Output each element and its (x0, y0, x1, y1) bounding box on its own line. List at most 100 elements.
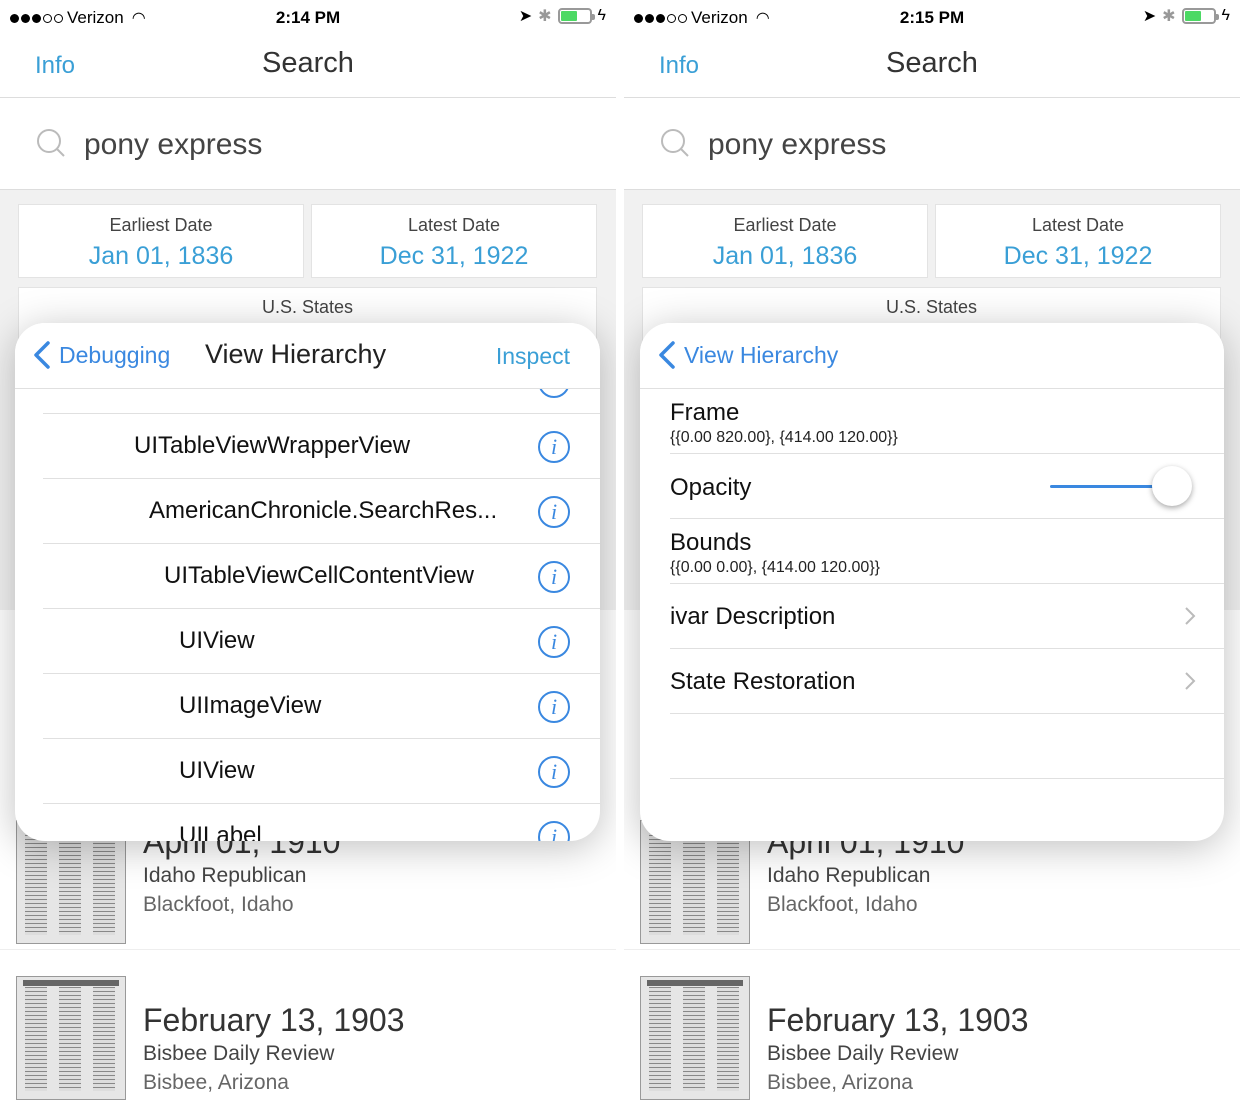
charging-icon: ϟ (1221, 7, 1230, 24)
result-place: Blackfoot, Idaho (767, 893, 918, 916)
chevron-right-icon (1185, 672, 1196, 690)
state-restoration-row[interactable]: State Restoration (670, 649, 1224, 714)
result-paper: Idaho Republican (767, 864, 931, 887)
list-item[interactable]: UIView i (43, 739, 600, 804)
screen-left: Verizon ◠ 2:14 PM ➤ ✱ ϟ Info Search pony… (0, 0, 616, 1104)
chevron-left-icon (659, 341, 675, 369)
page-title: Search (262, 47, 354, 79)
search-icon (37, 129, 65, 157)
screen-right: Verizon ◠ 2:15 PM ➤ ✱ ϟ Info Search pony… (624, 0, 1240, 1104)
popover-header: Debugging View Hierarchy Inspect (15, 323, 600, 389)
earliest-date-value: Jan 01, 1836 (712, 242, 858, 270)
back-button[interactable]: View Hierarchy (658, 341, 838, 369)
latest-date-button[interactable]: Latest Date Dec 31, 1922 (935, 204, 1221, 278)
view-name: UIView (179, 627, 255, 654)
list-item[interactable]: UIView i (43, 609, 600, 674)
info-icon[interactable]: i (538, 821, 570, 841)
latest-date-label: Latest Date (1031, 215, 1125, 235)
info-icon[interactable]: i (538, 496, 570, 528)
newspaper-thumbnail (16, 976, 126, 1100)
earliest-date-label: Earliest Date (733, 215, 837, 235)
bounds-row: Bounds {{0.00 0.00}, {414.00 120.00}} (670, 519, 1224, 584)
ivar-description-row[interactable]: ivar Description (670, 584, 1224, 649)
navigation-bar: Info Search (0, 34, 616, 98)
latest-date-value: Dec 31, 1922 (379, 242, 529, 270)
status-right: ➤ ✱ ϟ (1143, 6, 1230, 26)
info-icon[interactable]: i (538, 561, 570, 593)
popover-title: View Hierarchy (205, 339, 387, 369)
view-name: AmericanChronicle.SearchRes... (149, 497, 498, 524)
list-item[interactable]: February 13, 1903 Bisbee Daily Review Bi… (624, 960, 1240, 1104)
info-icon[interactable]: i (538, 431, 570, 463)
states-label: U.S. States (261, 297, 354, 317)
result-place: Bisbee, Arizona (143, 1071, 289, 1094)
earliest-date-button[interactable]: Earliest Date Jan 01, 1836 (642, 204, 928, 278)
status-bar: Verizon ◠ 2:14 PM ➤ ✱ ϟ (0, 0, 616, 34)
list-item[interactable]: AmericanChronicle.SearchRes... i (43, 479, 600, 544)
view-name: UITableViewCellContentView (164, 562, 474, 589)
opacity-row: Opacity (670, 454, 1224, 519)
earliest-date-button[interactable]: Earliest Date Jan 01, 1836 (18, 204, 304, 278)
result-place: Bisbee, Arizona (767, 1071, 913, 1094)
bounds-label: Bounds (670, 529, 752, 556)
popover-header: View Hierarchy (640, 323, 1224, 389)
result-date: February 13, 1903 (767, 1002, 1029, 1038)
list-item[interactable]: February 13, 1903 Bisbee Daily Review Bi… (0, 960, 616, 1104)
frame-label: Frame (670, 399, 740, 426)
result-date: February 13, 1903 (143, 1002, 405, 1038)
view-hierarchy-popover: Debugging View Hierarchy Inspect UITable… (15, 323, 600, 841)
status-bar: Verizon ◠ 2:15 PM ➤ ✱ ϟ (624, 0, 1240, 34)
list-item[interactable]: UILabel i (43, 804, 600, 841)
back-label: Debugging (59, 341, 171, 368)
list-item[interactable]: UITableViewCellContentView i (43, 544, 600, 609)
info-icon[interactable]: i (538, 691, 570, 723)
opacity-slider-thumb[interactable] (1152, 466, 1192, 506)
view-name: UILabel (179, 822, 262, 841)
state-restoration-label: State Restoration (670, 668, 856, 695)
location-icon: ➤ (518, 8, 533, 25)
frame-row: Frame {{0.00 820.00}, {414.00 120.00}} (670, 389, 1224, 454)
back-button[interactable]: Debugging (33, 341, 170, 369)
earliest-date-label: Earliest Date (109, 215, 213, 235)
info-icon[interactable]: i (538, 626, 570, 658)
empty-row (670, 714, 1224, 779)
frame-value: {{0.00 820.00}, {414.00 120.00}} (670, 429, 898, 446)
search-bar[interactable]: pony express (624, 98, 1240, 190)
chevron-left-icon (34, 341, 50, 369)
bluetooth-icon: ✱ (538, 8, 552, 25)
latest-date-button[interactable]: Latest Date Dec 31, 1922 (311, 204, 597, 278)
list-item[interactable]: UIImageView i (43, 674, 600, 739)
result-paper: Idaho Republican (143, 864, 307, 887)
page-title: Search (886, 47, 978, 79)
battery-icon (1181, 8, 1219, 24)
result-paper: Bisbee Daily Review (767, 1042, 959, 1065)
navigation-bar: Info Search (624, 34, 1240, 98)
result-paper: Bisbee Daily Review (143, 1042, 335, 1065)
status-right: ➤ ✱ ϟ (519, 6, 606, 26)
chevron-right-icon (1185, 607, 1196, 625)
inspect-button[interactable]: Inspect (496, 343, 570, 370)
battery-icon (557, 8, 595, 24)
view-name: UIView (179, 757, 255, 784)
search-input[interactable]: pony express (84, 128, 262, 162)
view-name: UIImageView (179, 692, 322, 719)
latest-date-label: Latest Date (407, 215, 501, 235)
view-name: UITableViewWrapperView (134, 432, 411, 459)
list-item[interactable]: UITableViewWrapperView i (43, 414, 600, 479)
bounds-value: {{0.00 0.00}, {414.00 120.00}} (670, 559, 880, 576)
charging-icon: ϟ (597, 7, 606, 24)
location-icon: ➤ (1142, 8, 1157, 25)
latest-date-value: Dec 31, 1922 (1003, 242, 1153, 270)
back-label: View Hierarchy (684, 341, 839, 368)
inspector-list: Frame {{0.00 820.00}, {414.00 120.00}} O… (640, 389, 1224, 841)
search-bar[interactable]: pony express (0, 98, 616, 190)
opacity-label: Opacity (670, 474, 752, 501)
view-hierarchy-list: UITableView i UITableViewWrapperView i A… (15, 366, 600, 841)
info-icon[interactable]: i (538, 756, 570, 788)
result-place: Blackfoot, Idaho (143, 893, 294, 916)
search-icon (661, 129, 689, 157)
search-input[interactable]: pony express (708, 128, 886, 162)
states-label: U.S. States (885, 297, 978, 317)
newspaper-thumbnail (640, 976, 750, 1100)
bluetooth-icon: ✱ (1162, 8, 1176, 25)
